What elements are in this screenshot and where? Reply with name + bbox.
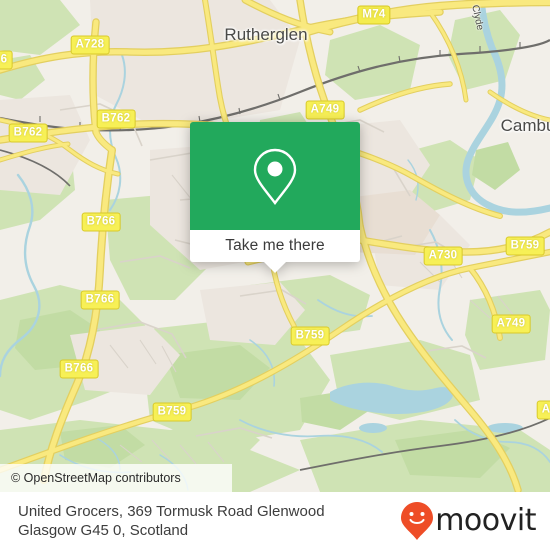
road-shield-a749: A749	[491, 314, 531, 334]
moovit-wordmark: moovit	[435, 503, 536, 538]
road-shield-a730: A730	[423, 246, 463, 266]
map-screenshot: A728 B762 B762 6 M74 A749 B766 B766 B766 A730 B759…	[0, 0, 550, 550]
address-line-1: United Grocers, 369 Tormusk Road Glenwoo…	[18, 503, 325, 520]
map-canvas[interactable]: A728 B762 B762 6 M74 A749 B766 B766 B766 A730 B759…	[0, 0, 550, 492]
footer-bar: United Grocers, 369 Tormusk Road Glenwoo…	[0, 492, 550, 550]
road-shield-6: 6	[0, 50, 13, 70]
road-shield-b762: B762	[8, 123, 48, 143]
popup-pin-area	[190, 122, 360, 230]
popup-tail-pointer	[264, 262, 286, 273]
road-shield-b766: B766	[81, 212, 121, 232]
road-shield-b762: B762	[96, 109, 136, 129]
road-shield-m74: M74	[357, 5, 391, 25]
address-line-2: Glasgow G45 0, Scotland	[18, 522, 189, 539]
moovit-pin-smiley-icon	[401, 502, 434, 540]
take-me-there-button[interactable]: Take me there	[190, 230, 360, 273]
road-shield-b759: B759	[505, 236, 545, 256]
road-shield-b759: B759	[290, 326, 330, 346]
road-shield-a728: A728	[70, 35, 110, 55]
attribution-text: © OpenStreetMap contributors	[11, 471, 181, 485]
place-label-rutherglen: Rutherglen	[224, 25, 308, 44]
road-shield-a: A	[536, 400, 550, 420]
map-pin-icon	[253, 148, 297, 206]
moovit-logo[interactable]: moovit	[400, 501, 536, 541]
road-shield-b759: B759	[152, 402, 192, 422]
road-shield-b766: B766	[80, 290, 120, 310]
take-me-there-label: Take me there	[225, 237, 325, 254]
map-popup-card[interactable]: Take me there	[190, 122, 360, 273]
location-address: United Grocers, 369 Tormusk Road Glenwoo…	[18, 502, 325, 540]
map-attribution[interactable]: © OpenStreetMap contributors	[0, 464, 232, 492]
place-label-cambu: Cambu	[500, 116, 550, 135]
road-shield-a749: A749	[305, 100, 345, 120]
road-shield-b766: B766	[59, 359, 99, 379]
